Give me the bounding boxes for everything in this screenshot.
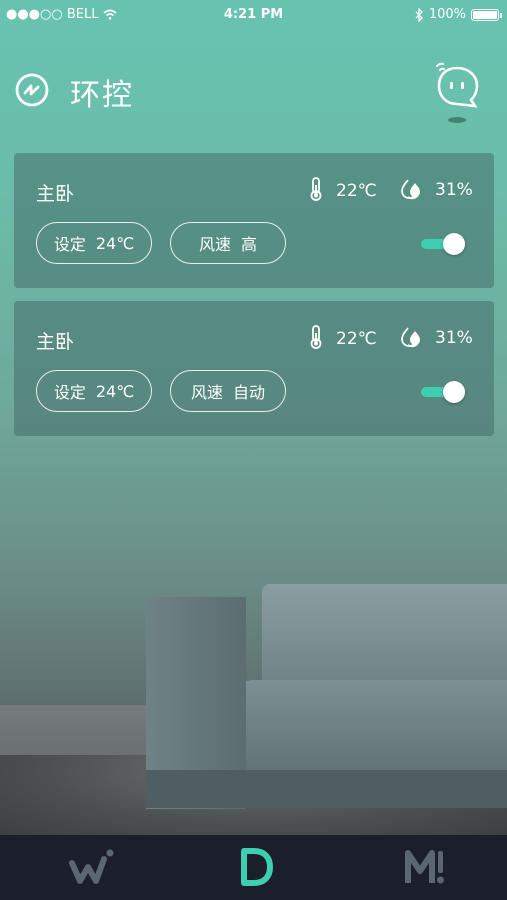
set-label: 设定 (53, 235, 86, 254)
set-label: 设定 (53, 383, 86, 402)
app-logo-icon[interactable] (14, 72, 50, 108)
fan-label: 风速 (190, 383, 223, 402)
thermometer-icon (310, 177, 322, 201)
power-toggle[interactable] (421, 233, 469, 255)
current-humidity: 31% (435, 328, 473, 348)
fan-value: 自动 (233, 383, 266, 402)
set-temperature-button[interactable]: 设定 24℃ (36, 222, 152, 264)
set-temperature-button[interactable]: 设定 24℃ (36, 370, 152, 412)
set-value: 24℃ (95, 233, 135, 253)
current-temperature: 22℃ (336, 181, 377, 201)
room-name: 主卧 (36, 183, 75, 205)
humidity-icon (401, 179, 420, 200)
climate-card: 主卧 22℃ 31% 设定 24℃ 风速 自动 (14, 301, 494, 436)
d-logo-icon[interactable] (232, 845, 280, 889)
battery-percent: 100% (428, 7, 466, 22)
bluetooth-icon (415, 7, 423, 22)
fan-value: 高 (241, 235, 258, 254)
sofa-backrest (262, 584, 507, 689)
battery-icon (471, 8, 502, 21)
current-temperature: 22℃ (336, 329, 377, 349)
fan-speed-button[interactable]: 风速 高 (170, 222, 286, 264)
status-right: 100% (415, 7, 502, 22)
fan-speed-button[interactable]: 风速 自动 (170, 370, 286, 412)
room-name: 主卧 (36, 331, 75, 353)
toggle-knob (443, 233, 465, 255)
status-bar: ●●●○○ BELL 4:21 PM 100% (0, 0, 507, 30)
set-value: 24℃ (95, 381, 135, 401)
thermometer-icon (310, 325, 322, 349)
climate-card: 主卧 22℃ 31% 设定 24℃ 风速 高 (14, 153, 494, 288)
sofa-base (146, 770, 507, 808)
page-title: 环控 (70, 78, 134, 113)
humidity-icon (401, 327, 420, 348)
app-header: 环控 (0, 60, 507, 123)
assistant-chat-icon[interactable] (433, 60, 481, 124)
fan-label: 风速 (198, 235, 231, 254)
current-humidity: 31% (435, 180, 473, 200)
m-logo-icon[interactable] (400, 845, 448, 889)
bottom-tab-bar (0, 835, 507, 900)
w-logo-icon[interactable] (68, 845, 116, 889)
power-toggle[interactable] (421, 381, 469, 403)
sofa-seat (242, 680, 507, 775)
toggle-knob (443, 381, 465, 403)
